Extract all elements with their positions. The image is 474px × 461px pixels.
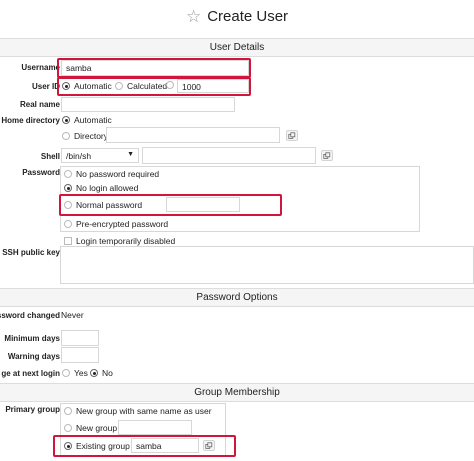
login-disabled-label: Login temporarily disabled bbox=[76, 236, 176, 246]
min-days-field[interactable] bbox=[61, 330, 99, 346]
highlight-password bbox=[59, 194, 282, 216]
password-changed-label: assword changed bbox=[0, 311, 60, 320]
realname-field[interactable] bbox=[61, 97, 235, 112]
radio-icon bbox=[62, 116, 70, 124]
password-encrypted-radio[interactable]: Pre-encrypted password bbox=[64, 219, 168, 229]
homedir-directory-label: Directory bbox=[74, 131, 109, 141]
group-new-field[interactable] bbox=[118, 420, 192, 435]
radio-icon bbox=[64, 424, 72, 432]
copy-icon[interactable] bbox=[286, 130, 298, 141]
group-new-label: New group bbox=[76, 423, 118, 433]
highlight-userid bbox=[57, 77, 251, 96]
min-days-label: Minimum days bbox=[4, 334, 60, 343]
password-nologin-radio[interactable]: No login allowed bbox=[64, 183, 138, 193]
warning-days-field[interactable] bbox=[61, 347, 99, 363]
password-none-label: No password required bbox=[76, 169, 160, 179]
password-none-radio[interactable]: No password required bbox=[64, 169, 159, 179]
realname-label: Real name bbox=[19, 100, 60, 109]
section-user-details: User Details bbox=[0, 38, 474, 57]
ssh-label: SSH public key bbox=[2, 248, 60, 257]
password-changed-value: Never bbox=[61, 310, 84, 320]
radio-icon bbox=[64, 407, 72, 415]
ssh-key-textarea[interactable] bbox=[60, 246, 474, 284]
userid-label: User ID bbox=[31, 82, 60, 91]
highlight-username bbox=[57, 58, 251, 78]
shell-custom-field[interactable] bbox=[142, 147, 316, 164]
next-login-yes-label: Yes bbox=[74, 368, 88, 378]
change-next-login-label: ge at next login bbox=[1, 369, 60, 378]
page-title: Create User bbox=[207, 7, 289, 25]
homedir-directory-radio[interactable]: Directory bbox=[62, 131, 108, 141]
next-login-no-label: No bbox=[102, 368, 113, 378]
username-label: Username bbox=[21, 63, 60, 72]
radio-icon bbox=[64, 220, 72, 228]
homedir-field[interactable] bbox=[106, 127, 280, 143]
warning-days-label: Warning days bbox=[7, 352, 60, 361]
section-group-membership: Group Membership bbox=[0, 383, 474, 402]
next-login-yes-radio[interactable]: Yes bbox=[62, 368, 88, 378]
homedir-label: Home directory bbox=[1, 116, 60, 125]
group-new-same-radio[interactable]: New group with same name as user bbox=[64, 406, 212, 416]
radio-icon bbox=[62, 132, 70, 140]
next-login-no-radio[interactable]: No bbox=[90, 368, 113, 378]
primary-group-label: Primary group bbox=[5, 405, 60, 414]
radio-icon bbox=[64, 184, 72, 192]
shell-select[interactable]: /bin/sh ▼ bbox=[61, 148, 139, 163]
radio-icon bbox=[62, 369, 70, 377]
page-header: ☆ Create User bbox=[0, 0, 474, 32]
group-new-radio[interactable]: New group bbox=[64, 423, 117, 433]
radio-icon bbox=[90, 369, 98, 377]
star-icon[interactable]: ☆ bbox=[186, 8, 201, 25]
shell-label: Shell bbox=[40, 152, 60, 161]
chevron-down-icon: ▼ bbox=[127, 151, 134, 158]
highlight-existing-group bbox=[53, 435, 236, 457]
shell-value: /bin/sh bbox=[66, 151, 92, 161]
password-encrypted-label: Pre-encrypted password bbox=[76, 219, 169, 229]
radio-icon bbox=[64, 170, 72, 178]
password-label: Password bbox=[22, 168, 60, 177]
section-password-options: Password Options bbox=[0, 288, 474, 307]
password-nologin-label: No login allowed bbox=[76, 183, 139, 193]
group-new-same-label: New group with same name as user bbox=[76, 406, 212, 416]
login-disabled-checkbox[interactable]: Login temporarily disabled bbox=[64, 236, 175, 246]
homedir-automatic-radio[interactable]: Automatic bbox=[62, 115, 112, 125]
homedir-automatic-label: Automatic bbox=[74, 115, 112, 125]
checkbox-icon bbox=[64, 237, 72, 245]
copy-icon[interactable] bbox=[321, 150, 333, 161]
